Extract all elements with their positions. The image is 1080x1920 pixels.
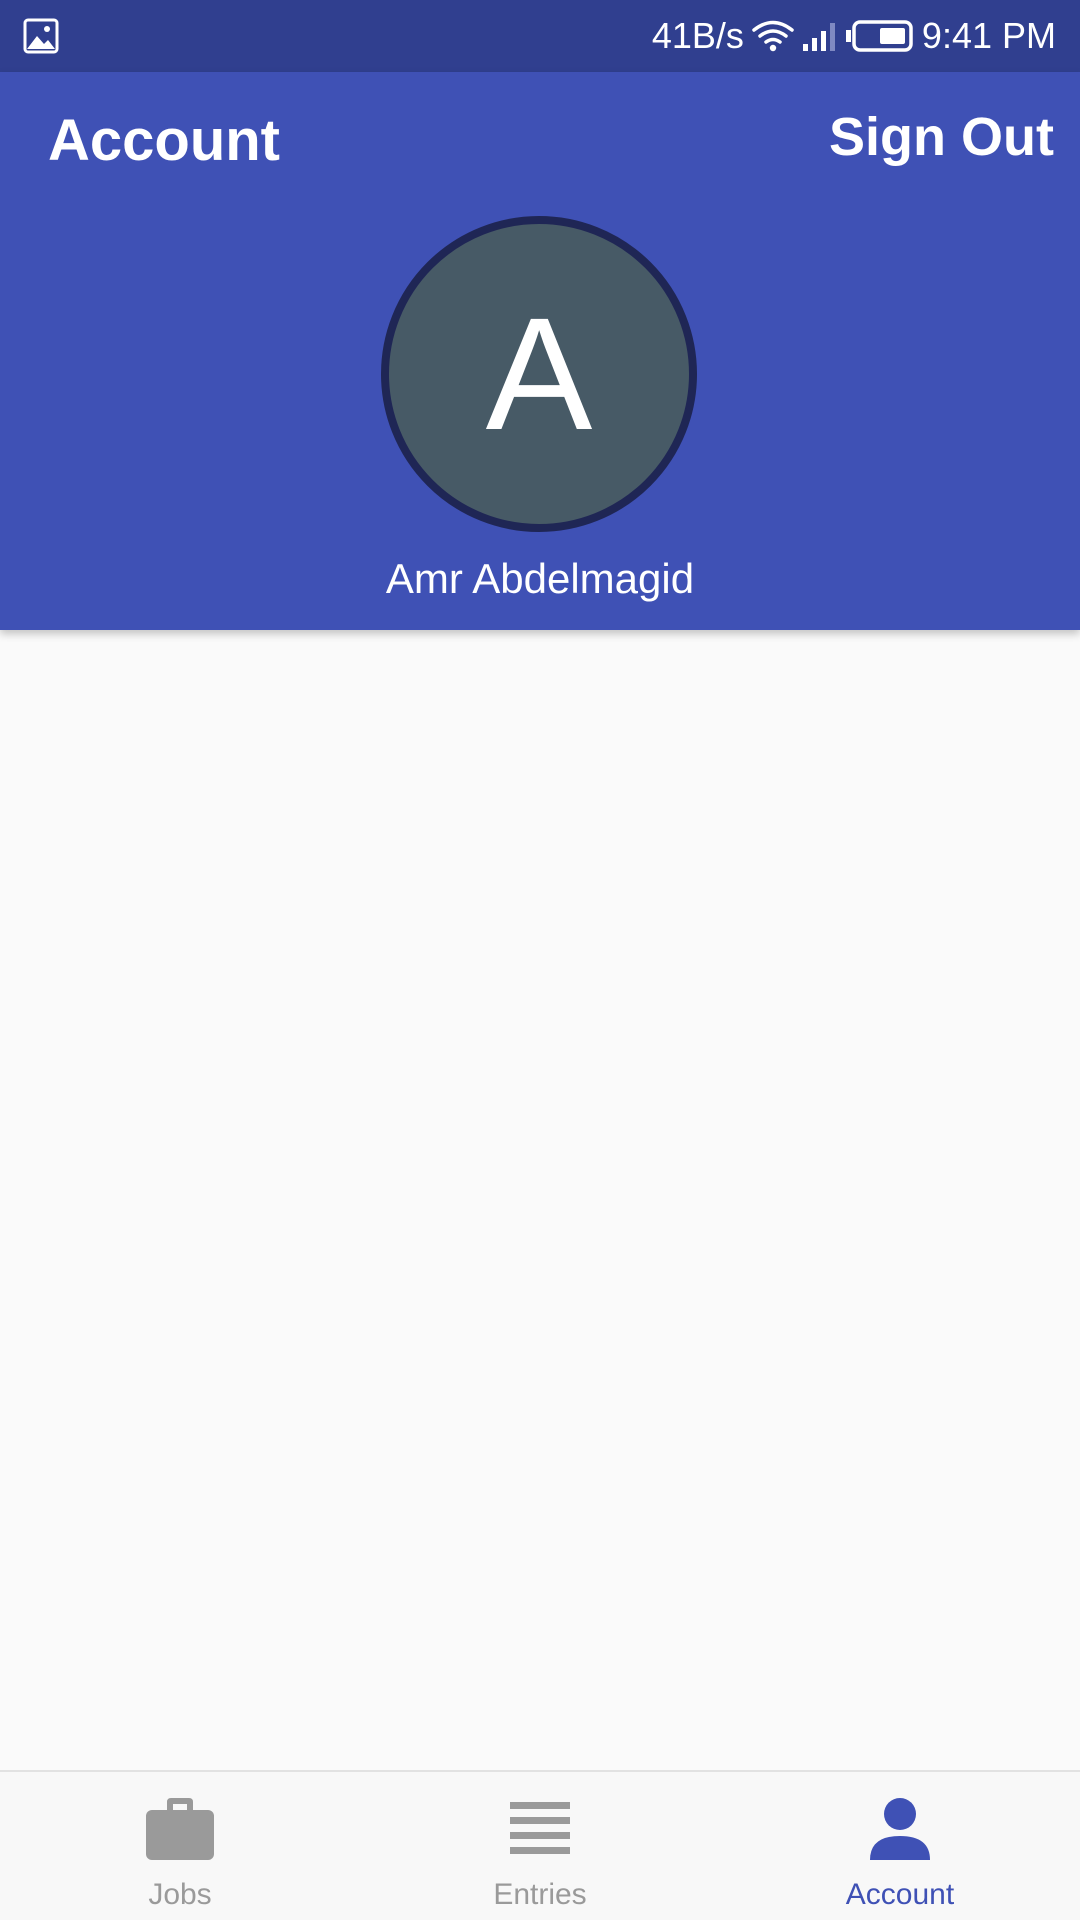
nav-item-jobs[interactable]: Jobs [0, 1772, 360, 1920]
nav-item-account[interactable]: Account [720, 1772, 1080, 1920]
net-speed: 41B/s [651, 15, 744, 56]
app-header: Account Sign Out A Amr Abdelmagid [0, 72, 1080, 630]
nav-item-entries[interactable]: Entries [360, 1772, 720, 1920]
sign-out-button[interactable]: Sign Out [829, 110, 1054, 164]
status-indicators: 41B/s 9:41 PM [652, 0, 1056, 72]
person-icon [870, 1798, 930, 1860]
clock: 9:41 PM [921, 15, 1056, 56]
nav-label-jobs: Jobs [148, 1878, 212, 1911]
bottom-navigation: Jobs Entries Account [0, 1770, 1080, 1920]
signal-icon [802, 23, 835, 51]
user-name: Amr Abdelmagid [385, 555, 695, 602]
status-bar: 41B/s 9:41 PM [0, 0, 1080, 72]
avatar: A [381, 216, 697, 532]
main-content [0, 630, 1080, 1770]
nav-label-entries: Entries [493, 1878, 587, 1911]
nav-label-account: Account [845, 1878, 955, 1911]
list-icon [510, 1802, 570, 1854]
page-title: Account [48, 108, 280, 173]
wifi-icon [752, 20, 794, 52]
gallery-notification-icon [23, 18, 59, 54]
battery-icon [845, 20, 913, 52]
avatar-initial: A [485, 284, 593, 463]
briefcase-icon [146, 1798, 214, 1860]
